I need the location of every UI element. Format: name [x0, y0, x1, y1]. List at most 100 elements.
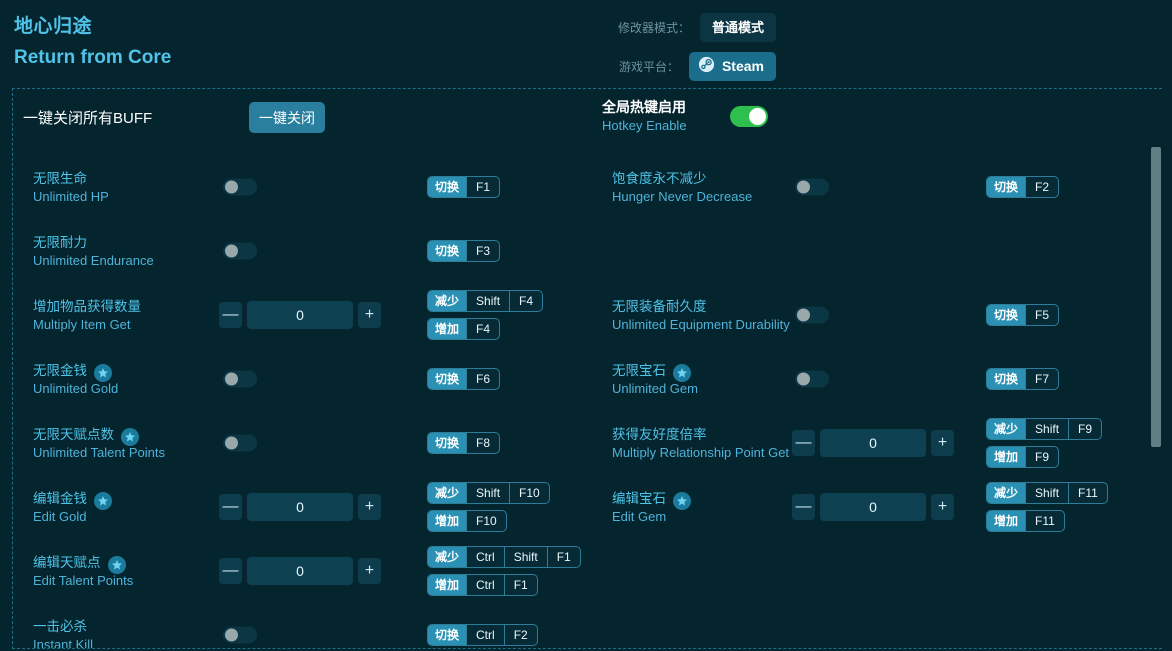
hotkey-badge[interactable]: 切换F6	[427, 368, 500, 390]
hotkey-action-label: 减少	[428, 483, 466, 503]
hotkey-action-label: 切换	[428, 369, 466, 389]
hotkey-badge[interactable]: 减少ShiftF10	[427, 482, 550, 504]
premium-star-icon	[108, 556, 126, 574]
hotkey-badge[interactable]: 切换F1	[427, 176, 500, 198]
cheat-label-en: Unlimited Gold	[33, 380, 208, 397]
cheat-label-cn: 无限天赋点数	[33, 425, 208, 444]
stepper-value-input[interactable]: 0	[247, 493, 353, 521]
cheat-label-cn: 无限金钱	[33, 361, 208, 380]
hotkey-badge[interactable]: 增加CtrlF1	[427, 574, 538, 596]
panel-inner: 一键关闭所有BUFF 一键关闭 全局热键启用 Hotkey Enable 无限生…	[13, 89, 1162, 648]
cheat-label-cn: 增加物品获得数量	[33, 297, 208, 316]
hotkey-badge[interactable]: 切换F5	[986, 304, 1059, 326]
hotkey-group: 切换F5	[986, 304, 1059, 326]
cheat-toggle[interactable]	[223, 179, 257, 196]
cheat-toggle[interactable]	[223, 435, 257, 452]
toggle-knob	[225, 437, 238, 450]
hotkey-enable-toggle[interactable]	[730, 106, 768, 127]
hotkey-badge[interactable]: 切换CtrlF2	[427, 624, 538, 646]
cheat-row-labels: 无限天赋点数Unlimited Talent Points	[33, 425, 208, 461]
hotkey-key: Ctrl	[466, 575, 504, 595]
hotkey-action-label: 切换	[428, 241, 466, 261]
app-title-cn: 地心归途	[14, 14, 1172, 40]
hotkey-badge[interactable]: 减少CtrlShiftF1	[427, 546, 581, 568]
hotkey-group: 减少ShiftF11 增加F11	[986, 482, 1108, 532]
cheat-toggle[interactable]	[223, 243, 257, 260]
hotkey-badge[interactable]: 切换F3	[427, 240, 500, 262]
hotkey-key: Shift	[1025, 419, 1068, 439]
cheat-label-cn-text: 无限天赋点数	[33, 425, 114, 444]
cheat-label-en: Edit Talent Points	[33, 572, 208, 589]
cheat-toggle[interactable]	[795, 371, 829, 388]
stepper-increment-button[interactable]: +	[358, 494, 381, 520]
hotkey-key: F5	[1025, 305, 1058, 325]
close-all-buff-label: 一键关闭所有BUFF	[23, 107, 152, 128]
stepper-increment-button[interactable]: +	[931, 430, 954, 456]
stepper-value-input[interactable]: 0	[820, 493, 926, 521]
hotkey-badge[interactable]: 减少ShiftF4	[427, 290, 543, 312]
cheat-label-cn-text: 无限耐力	[33, 233, 87, 252]
cheat-row-labels: 无限耐力Unlimited Endurance	[33, 233, 208, 269]
stepper-value-input[interactable]: 0	[247, 301, 353, 329]
hotkey-key: F10	[509, 483, 549, 503]
hotkey-key: Ctrl	[466, 547, 504, 567]
cheat-toggle[interactable]	[223, 627, 257, 644]
cheat-label-cn-text: 编辑宝石	[612, 489, 666, 508]
cheat-label-cn-text: 无限宝石	[612, 361, 666, 380]
hotkey-group: 切换F6	[427, 368, 500, 390]
stepper-decrement-button[interactable]: —	[219, 494, 242, 520]
stepper-decrement-button[interactable]: —	[219, 302, 242, 328]
cheat-label-cn: 无限装备耐久度	[612, 297, 790, 316]
stepper-increment-button[interactable]: +	[358, 302, 381, 328]
header-controls: 修改器模式： 普通模式 游戏平台： Steam	[596, 12, 776, 90]
cheat-row-labels: 无限宝石Unlimited Gem	[612, 361, 790, 397]
hotkey-key: F2	[504, 625, 537, 645]
stepper-value-input[interactable]: 0	[247, 557, 353, 585]
hotkey-badge[interactable]: 减少ShiftF11	[986, 482, 1108, 504]
close-all-buff-button[interactable]: 一键关闭	[249, 102, 325, 133]
toggle-knob	[225, 373, 238, 386]
cheat-label-en: Unlimited HP	[33, 188, 208, 205]
hotkey-key: Shift	[504, 547, 547, 567]
stepper-decrement-button[interactable]: —	[792, 430, 815, 456]
cheat-row-labels: 一击必杀Instant Kill	[33, 617, 208, 649]
stepper-decrement-button[interactable]: —	[792, 494, 815, 520]
modifier-mode-button[interactable]: 普通模式	[700, 13, 776, 42]
hotkey-badge[interactable]: 减少ShiftF9	[986, 418, 1102, 440]
value-stepper: —0+	[219, 493, 381, 521]
hotkey-group: 减少ShiftF9 增加F9	[986, 418, 1102, 468]
hotkey-enable-label-en: Hotkey Enable	[602, 117, 730, 135]
cheat-label-cn-text: 无限装备耐久度	[612, 297, 707, 316]
cheat-toggle-wrap	[223, 627, 257, 644]
value-stepper: —0+	[219, 557, 381, 585]
stepper-decrement-button[interactable]: —	[219, 558, 242, 584]
hotkey-key: F1	[466, 177, 499, 197]
hotkey-badge[interactable]: 增加F11	[986, 510, 1065, 532]
hotkey-group: 减少ShiftF10 增加F10	[427, 482, 550, 532]
stepper-value-input[interactable]: 0	[820, 429, 926, 457]
hotkey-badge[interactable]: 切换F8	[427, 432, 500, 454]
cheat-row-labels: 增加物品获得数量Multiply Item Get	[33, 297, 208, 333]
cheat-toggle[interactable]	[795, 307, 829, 324]
cheat-row-labels: 无限金钱Unlimited Gold	[33, 361, 208, 397]
game-platform-text: Steam	[722, 58, 764, 74]
hotkey-key: F11	[1025, 511, 1064, 531]
stepper-increment-button[interactable]: +	[931, 494, 954, 520]
hotkey-action-label: 增加	[987, 447, 1025, 467]
cheat-toggle[interactable]	[795, 179, 829, 196]
app-header: 地心归途 Return from Core 修改器模式： 普通模式 游戏平台：	[0, 0, 1172, 84]
cheat-toggle[interactable]	[223, 371, 257, 388]
game-platform-button[interactable]: Steam	[689, 52, 776, 81]
hotkey-badge[interactable]: 增加F9	[986, 446, 1059, 468]
hotkey-group: 切换F1	[427, 176, 500, 198]
stepper-increment-button[interactable]: +	[358, 558, 381, 584]
panel-scrollbar[interactable]	[1150, 89, 1162, 648]
hotkey-badge[interactable]: 增加F10	[427, 510, 507, 532]
hotkey-badge[interactable]: 增加F4	[427, 318, 500, 340]
cheat-row-labels: 无限装备耐久度Unlimited Equipment Durability	[612, 297, 790, 333]
hotkey-badge[interactable]: 切换F7	[986, 368, 1059, 390]
hotkey-badge[interactable]: 切换F2	[986, 176, 1059, 198]
hotkey-action-label: 减少	[428, 547, 466, 567]
hotkey-action-label: 减少	[987, 483, 1025, 503]
scrollbar-thumb[interactable]	[1151, 147, 1161, 447]
